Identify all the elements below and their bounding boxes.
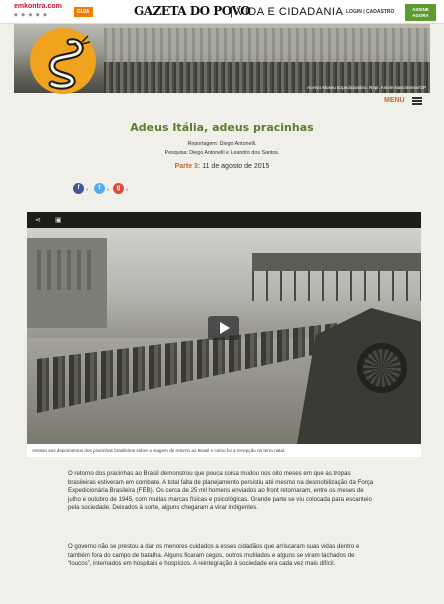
partner-icons: ◆ ◆ ◆ ◆ ◆ [14, 12, 48, 18]
menu-label[interactable]: MENU [384, 97, 405, 104]
facebook-icon[interactable]: f [73, 183, 84, 194]
hero-credit: Acervo Museu Expedicionário. Repr. Aniel… [306, 85, 426, 90]
twitter-count: 0 [107, 188, 109, 192]
hamburger-icon[interactable] [412, 97, 422, 105]
top-bar: emkontra.com ◆ ◆ ◆ ◆ ◆ GUIA GAZETA DO PO… [0, 0, 444, 24]
article-part: Parte 3: 11 de agosto de 2015 [0, 163, 444, 170]
facebook-count: 0 [86, 188, 88, 192]
part-date: 11 de agosto de 2015 [200, 163, 270, 170]
pesquisa-credit: Pesquisa: Diego Antonelli e Leandro dos … [164, 150, 280, 156]
article-title: Adeus Itália, adeus pracinhas [130, 121, 314, 134]
part-label: Parte 3: [174, 163, 201, 170]
google-plus-count: 0 [126, 188, 128, 192]
share-icon[interactable]: ⋖ [35, 216, 41, 224]
thumbnail-shed-posts [252, 271, 421, 301]
emkontra-logo[interactable]: emkontra.com [14, 3, 62, 10]
article-paragraph-1: O retorno dos pracinhas ao Brasil demons… [68, 470, 374, 512]
login-link[interactable]: LOGIN | CADASTRO [346, 9, 394, 15]
snake-logo-icon[interactable] [30, 28, 96, 94]
guia-button[interactable]: GUIA [74, 7, 93, 17]
subscribe-button[interactable]: ASSINE AGORA [405, 4, 436, 21]
twitter-icon[interactable]: t [94, 183, 105, 194]
google-plus-icon[interactable]: g [113, 183, 124, 194]
video-player[interactable]: ⋖ ▣ [27, 212, 421, 444]
thumbnail-building [27, 238, 107, 328]
article-credits: Reportagem: Diego Antonelli. Pesquisa: D… [0, 140, 444, 158]
video-toolbar: ⋖ ▣ [27, 212, 421, 228]
reportagem-credit: Reportagem: Diego Antonelli. [187, 141, 257, 147]
article-paragraph-2: O governo não se prestou a dar os menore… [68, 543, 360, 568]
info-icon[interactable]: ▣ [55, 216, 62, 224]
section-title[interactable]: | VIDA E CIDADANIA [230, 6, 343, 18]
play-icon[interactable] [208, 316, 239, 340]
video-caption: Assista aos depoimentos dos pracinhas br… [27, 444, 421, 457]
thumbnail-wheel [357, 343, 407, 393]
thumbnail-shed [252, 253, 421, 271]
